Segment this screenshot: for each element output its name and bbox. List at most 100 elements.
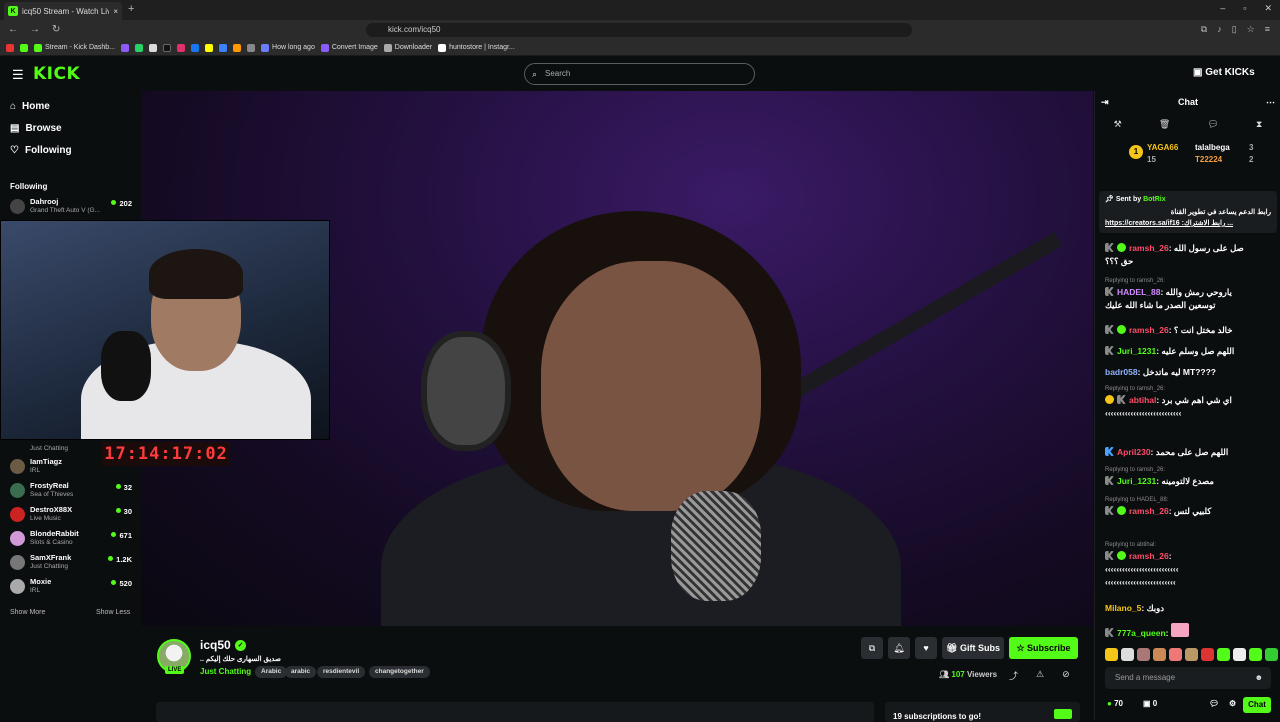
show-more-button[interactable]: Show More [10, 609, 45, 616]
emote-icon[interactable] [1137, 648, 1150, 661]
sub-goal-button[interactable] [1054, 709, 1072, 719]
followed-channel[interactable]: FrostyReal Sea of Thieves 32 [10, 480, 132, 502]
bookmark-icon[interactable] [149, 43, 158, 52]
forward-icon[interactable]: → [30, 24, 40, 35]
chat-settings-bubble-icon[interactable]: 💬︎ [1209, 699, 1219, 708]
hamburger-menu-icon[interactable]: ☰ [12, 67, 24, 83]
notification-bell-icon[interactable]: 🔔︎ [888, 637, 910, 659]
show-less-button[interactable]: Show Less [96, 609, 130, 616]
stream-category[interactable]: Just Chatting [200, 667, 251, 676]
gifter-leaderboard: 1 YAGA66 15 talalbega 3 T22224 2 [1095, 143, 1280, 173]
new-tab-button[interactable]: + [128, 3, 134, 15]
avatar [10, 199, 25, 214]
followed-channel[interactable]: Dahrooj Grand Theft Auto V (G... 202 [10, 196, 132, 218]
report-icon[interactable]: ⚠ [1036, 669, 1044, 682]
sidebar-item-following[interactable]: ♡ Following [10, 145, 72, 156]
sidebar-item-browse[interactable]: ▤ Browse [10, 123, 62, 134]
url-field[interactable]: kick.com/icq50 [366, 23, 912, 37]
followed-channel[interactable]: BlondeRabbit Slots & Casino 671 [10, 528, 132, 550]
search-icon: ⌕ [532, 69, 538, 79]
bookmark-kick-dashboard[interactable]: Stream - Kick Dashb... [34, 43, 115, 52]
tag[interactable]: Arabic [255, 666, 288, 678]
emote-icon[interactable] [1121, 648, 1134, 661]
menu-icon[interactable]: ≡ [1265, 24, 1270, 35]
tag[interactable]: changetogether [369, 666, 430, 678]
emote-icon[interactable] [1201, 648, 1214, 661]
bookmark-icon[interactable] [163, 43, 172, 52]
bookmark-icon[interactable] [121, 43, 130, 52]
emote-icon[interactable] [1217, 648, 1230, 661]
bookmark-downloader[interactable]: Downloader [383, 43, 432, 52]
clip-button[interactable]: ⧉ [861, 637, 883, 659]
hide-icon[interactable]: ⊘ [1062, 669, 1070, 682]
send-chat-button[interactable]: Chat [1243, 697, 1271, 713]
search-input[interactable]: ⌕ Search [524, 63, 755, 85]
bookmark-icon[interactable] [205, 43, 214, 52]
pin-icon: 📌︎ [1105, 196, 1114, 203]
kick-logo[interactable]: KICK [33, 64, 80, 84]
followed-channel[interactable]: SamXFrank Just Chatting 1.2K [10, 552, 132, 574]
rank-1-icon: 1 [1129, 145, 1143, 159]
bookmark-how-long-ago[interactable]: How long ago [261, 43, 315, 52]
bookmark-icon[interactable] [191, 43, 200, 52]
pinned-message[interactable]: 📌︎ Sent by BotRix رابط الدعم يساعد في تط… [1099, 191, 1277, 233]
reload-icon[interactable]: ↻ [52, 24, 60, 35]
back-icon[interactable]: ← [8, 24, 18, 35]
emote-icon[interactable] [1153, 648, 1166, 661]
channel-name[interactable]: icq50 [200, 638, 231, 652]
chat-menu-icon[interactable]: ⋯ [1266, 91, 1275, 113]
mod-hammer-icon[interactable]: ⚒ [1114, 119, 1122, 137]
hourglass-icon[interactable]: ⧗ [1256, 119, 1262, 137]
bookmark-icon[interactable] [6, 43, 14, 52]
bookmark-convert-image[interactable]: Convert Image [320, 43, 378, 52]
emote-icon[interactable] [1105, 648, 1118, 661]
trash-icon[interactable]: 🗑︎ [1159, 119, 1170, 137]
bookmark-star-icon[interactable]: ☆ [1247, 24, 1255, 35]
stream-timer: 17:14:17:02 [102, 442, 230, 466]
maximize-icon[interactable]: ▫ [1243, 3, 1246, 14]
settings-gear-icon[interactable]: ⚙ [1229, 699, 1236, 708]
gift-display[interactable]: ▣ 0 [1143, 699, 1157, 708]
follow-heart-icon[interactable]: ♥ [915, 637, 937, 659]
chat-message: badr058: ليه ماتدخل MT???? [1105, 367, 1216, 377]
bookmark-icon[interactable] [233, 43, 242, 52]
tag[interactable]: resdientevil [317, 666, 366, 678]
chat-message: Replying to HADEL_88: ramsh_26: كلبيي لتس [1105, 497, 1212, 516]
bookmark-icon[interactable] [219, 43, 228, 52]
gift-subs-button[interactable]: 🎁︎ Gift Subs [942, 637, 1004, 659]
bookmark-icon[interactable] [20, 43, 28, 52]
emote-icon[interactable] [1185, 648, 1198, 661]
emoji-icon[interactable]: ☻ [1255, 667, 1263, 689]
browser-tab[interactable]: K icq50 Stream - Watch Live on Ki... × [4, 2, 122, 20]
extensions-icon[interactable]: ⧉ [1201, 24, 1207, 35]
share-icon[interactable]: ⤴ [1009, 669, 1018, 682]
kick-favicon-icon: K [8, 6, 18, 16]
bookmark-icon[interactable] [177, 43, 186, 52]
avatar [10, 531, 25, 546]
emote-icon[interactable] [1249, 648, 1262, 661]
sidebar-item-home[interactable]: ⌂ Home [10, 101, 50, 112]
chat-message-input[interactable]: Send a message ☻ [1105, 667, 1271, 689]
bookmark-icon[interactable] [247, 43, 256, 52]
emote-icon[interactable] [1265, 648, 1278, 661]
music-icon[interactable]: ♪ [1217, 24, 1222, 35]
followed-channel[interactable]: Moxie IRL 520 [10, 576, 132, 598]
sidebar-icon[interactable]: ▯ [1232, 24, 1237, 35]
get-kicks-button[interactable]: ▣ Get KICKs [1193, 67, 1255, 78]
emote-bar [1105, 648, 1278, 661]
chat-bubble-icon[interactable]: 💬︎ [1207, 119, 1218, 137]
tab-close-icon[interactable]: × [113, 7, 118, 16]
subscribe-button[interactable]: ☆ Subscribe [1009, 637, 1078, 659]
minimize-icon[interactable]: – [1220, 3, 1225, 14]
followed-channel[interactable]: DestroX88X Live Music 30 [10, 504, 132, 526]
points-display[interactable]: ● 70 [1107, 699, 1123, 708]
verified-icon: ✓ [235, 640, 246, 651]
emote-icon[interactable] [1169, 648, 1182, 661]
collapse-chat-icon[interactable]: ⇥ [1101, 91, 1109, 113]
close-window-icon[interactable]: ✕ [1264, 3, 1272, 14]
bookmark-huntostore[interactable]: huntostore | Instagr... [438, 43, 515, 52]
emote-icon[interactable] [1233, 648, 1246, 661]
tag[interactable]: arabic [285, 666, 317, 678]
chat-message: 777a_queen: [1105, 623, 1273, 640]
bookmark-icon[interactable] [135, 43, 144, 52]
